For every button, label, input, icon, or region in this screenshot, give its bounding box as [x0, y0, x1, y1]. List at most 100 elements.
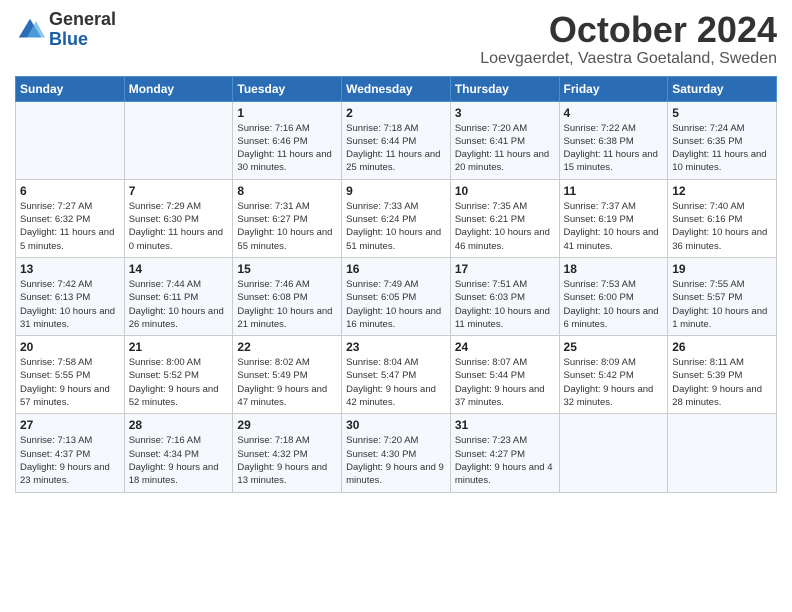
day-number: 13 [20, 262, 120, 276]
day-number: 15 [237, 262, 337, 276]
day-info: Sunrise: 7:18 AM Sunset: 6:44 PM Dayligh… [346, 122, 446, 175]
day-number: 10 [455, 184, 555, 198]
col-header-wednesday: Wednesday [342, 76, 451, 101]
day-cell: 5 Sunrise: 7:24 AM Sunset: 6:35 PM Daylig… [668, 101, 777, 179]
day-info: Sunrise: 7:40 AM Sunset: 6:16 PM Dayligh… [672, 200, 772, 253]
day-cell: 17 Sunrise: 7:51 AM Sunset: 6:03 PM Dayli… [450, 257, 559, 335]
day-cell: 4 Sunrise: 7:22 AM Sunset: 6:38 PM Daylig… [559, 101, 668, 179]
day-info: Sunrise: 7:13 AM Sunset: 4:37 PM Dayligh… [20, 434, 120, 487]
day-number: 24 [455, 340, 555, 354]
month-title: October 2024 [480, 10, 777, 50]
calendar-table: SundayMondayTuesdayWednesdayThursdayFrid… [15, 76, 777, 493]
day-info: Sunrise: 8:02 AM Sunset: 5:49 PM Dayligh… [237, 356, 337, 409]
logo: General Blue [15, 10, 116, 50]
col-header-saturday: Saturday [668, 76, 777, 101]
day-number: 8 [237, 184, 337, 198]
day-number: 16 [346, 262, 446, 276]
day-number: 18 [564, 262, 664, 276]
week-row-2: 6 Sunrise: 7:27 AM Sunset: 6:32 PM Daylig… [16, 179, 777, 257]
day-info: Sunrise: 7:27 AM Sunset: 6:32 PM Dayligh… [20, 200, 120, 253]
day-number: 6 [20, 184, 120, 198]
day-info: Sunrise: 7:18 AM Sunset: 4:32 PM Dayligh… [237, 434, 337, 487]
day-cell: 18 Sunrise: 7:53 AM Sunset: 6:00 PM Dayli… [559, 257, 668, 335]
day-number: 3 [455, 106, 555, 120]
logo-blue: Blue [49, 30, 116, 50]
day-cell: 31 Sunrise: 7:23 AM Sunset: 4:27 PM Dayli… [450, 414, 559, 492]
day-cell: 15 Sunrise: 7:46 AM Sunset: 6:08 PM Dayli… [233, 257, 342, 335]
logo-icon [15, 15, 45, 45]
day-cell: 27Sunrise: 7:13 AM Sunset: 4:37 PM Dayli… [16, 414, 125, 492]
day-info: Sunrise: 8:00 AM Sunset: 5:52 PM Dayligh… [129, 356, 229, 409]
day-number: 22 [237, 340, 337, 354]
col-header-friday: Friday [559, 76, 668, 101]
day-cell: 10 Sunrise: 7:35 AM Sunset: 6:21 PM Dayli… [450, 179, 559, 257]
day-number: 25 [564, 340, 664, 354]
day-info: Sunrise: 7:20 AM Sunset: 4:30 PM Dayligh… [346, 434, 446, 487]
day-cell: 29 Sunrise: 7:18 AM Sunset: 4:32 PM Dayli… [233, 414, 342, 492]
day-info: Sunrise: 8:04 AM Sunset: 5:47 PM Dayligh… [346, 356, 446, 409]
day-cell: 6 Sunrise: 7:27 AM Sunset: 6:32 PM Daylig… [16, 179, 125, 257]
day-cell: 16 Sunrise: 7:49 AM Sunset: 6:05 PM Dayli… [342, 257, 451, 335]
day-info: Sunrise: 7:37 AM Sunset: 6:19 PM Dayligh… [564, 200, 664, 253]
day-info: Sunrise: 7:53 AM Sunset: 6:00 PM Dayligh… [564, 278, 664, 331]
page-header: General Blue October 2024 Loevgaerdet, V… [15, 10, 777, 68]
day-number: 30 [346, 418, 446, 432]
day-cell: 13Sunrise: 7:42 AM Sunset: 6:13 PM Dayli… [16, 257, 125, 335]
day-info: Sunrise: 8:07 AM Sunset: 5:44 PM Dayligh… [455, 356, 555, 409]
day-cell [124, 101, 233, 179]
day-info: Sunrise: 7:46 AM Sunset: 6:08 PM Dayligh… [237, 278, 337, 331]
day-cell [559, 414, 668, 492]
title-block: October 2024 Loevgaerdet, Vaestra Goetal… [480, 10, 777, 68]
day-cell [16, 101, 125, 179]
day-number: 7 [129, 184, 229, 198]
day-info: Sunrise: 7:16 AM Sunset: 6:46 PM Dayligh… [237, 122, 337, 175]
day-number: 29 [237, 418, 337, 432]
col-header-sunday: Sunday [16, 76, 125, 101]
day-number: 19 [672, 262, 772, 276]
day-cell: 14 Sunrise: 7:44 AM Sunset: 6:11 PM Dayli… [124, 257, 233, 335]
day-cell [668, 414, 777, 492]
day-cell: 26 Sunrise: 8:11 AM Sunset: 5:39 PM Dayli… [668, 336, 777, 414]
day-cell: 23 Sunrise: 8:04 AM Sunset: 5:47 PM Dayli… [342, 336, 451, 414]
day-info: Sunrise: 7:33 AM Sunset: 6:24 PM Dayligh… [346, 200, 446, 253]
day-number: 1 [237, 106, 337, 120]
day-cell: 28 Sunrise: 7:16 AM Sunset: 4:34 PM Dayli… [124, 414, 233, 492]
day-number: 14 [129, 262, 229, 276]
day-info: Sunrise: 7:35 AM Sunset: 6:21 PM Dayligh… [455, 200, 555, 253]
day-info: Sunrise: 7:29 AM Sunset: 6:30 PM Dayligh… [129, 200, 229, 253]
day-number: 28 [129, 418, 229, 432]
day-number: 31 [455, 418, 555, 432]
day-info: Sunrise: 7:16 AM Sunset: 4:34 PM Dayligh… [129, 434, 229, 487]
day-number: 9 [346, 184, 446, 198]
day-info: Sunrise: 8:11 AM Sunset: 5:39 PM Dayligh… [672, 356, 772, 409]
day-number: 2 [346, 106, 446, 120]
day-cell: 20Sunrise: 7:58 AM Sunset: 5:55 PM Dayli… [16, 336, 125, 414]
day-info: Sunrise: 7:44 AM Sunset: 6:11 PM Dayligh… [129, 278, 229, 331]
day-cell: 24 Sunrise: 8:07 AM Sunset: 5:44 PM Dayli… [450, 336, 559, 414]
day-cell: 7 Sunrise: 7:29 AM Sunset: 6:30 PM Daylig… [124, 179, 233, 257]
week-row-1: 1 Sunrise: 7:16 AM Sunset: 6:46 PM Daylig… [16, 101, 777, 179]
day-number: 4 [564, 106, 664, 120]
day-cell: 30 Sunrise: 7:20 AM Sunset: 4:30 PM Dayli… [342, 414, 451, 492]
week-row-3: 13Sunrise: 7:42 AM Sunset: 6:13 PM Dayli… [16, 257, 777, 335]
day-number: 26 [672, 340, 772, 354]
day-info: Sunrise: 7:23 AM Sunset: 4:27 PM Dayligh… [455, 434, 555, 487]
day-info: Sunrise: 7:55 AM Sunset: 5:57 PM Dayligh… [672, 278, 772, 331]
day-cell: 19 Sunrise: 7:55 AM Sunset: 5:57 PM Dayli… [668, 257, 777, 335]
day-info: Sunrise: 7:31 AM Sunset: 6:27 PM Dayligh… [237, 200, 337, 253]
day-cell: 25Sunrise: 8:09 AM Sunset: 5:42 PM Dayli… [559, 336, 668, 414]
day-number: 5 [672, 106, 772, 120]
day-info: Sunrise: 7:24 AM Sunset: 6:35 PM Dayligh… [672, 122, 772, 175]
day-cell: 11 Sunrise: 7:37 AM Sunset: 6:19 PM Dayli… [559, 179, 668, 257]
day-info: Sunrise: 7:22 AM Sunset: 6:38 PM Dayligh… [564, 122, 664, 175]
day-info: Sunrise: 7:51 AM Sunset: 6:03 PM Dayligh… [455, 278, 555, 331]
day-number: 23 [346, 340, 446, 354]
day-number: 11 [564, 184, 664, 198]
day-number: 17 [455, 262, 555, 276]
day-cell: 3Sunrise: 7:20 AM Sunset: 6:41 PM Daylig… [450, 101, 559, 179]
logo-text: General Blue [49, 10, 116, 50]
week-row-4: 20Sunrise: 7:58 AM Sunset: 5:55 PM Dayli… [16, 336, 777, 414]
day-number: 12 [672, 184, 772, 198]
header-row: SundayMondayTuesdayWednesdayThursdayFrid… [16, 76, 777, 101]
day-info: Sunrise: 7:49 AM Sunset: 6:05 PM Dayligh… [346, 278, 446, 331]
